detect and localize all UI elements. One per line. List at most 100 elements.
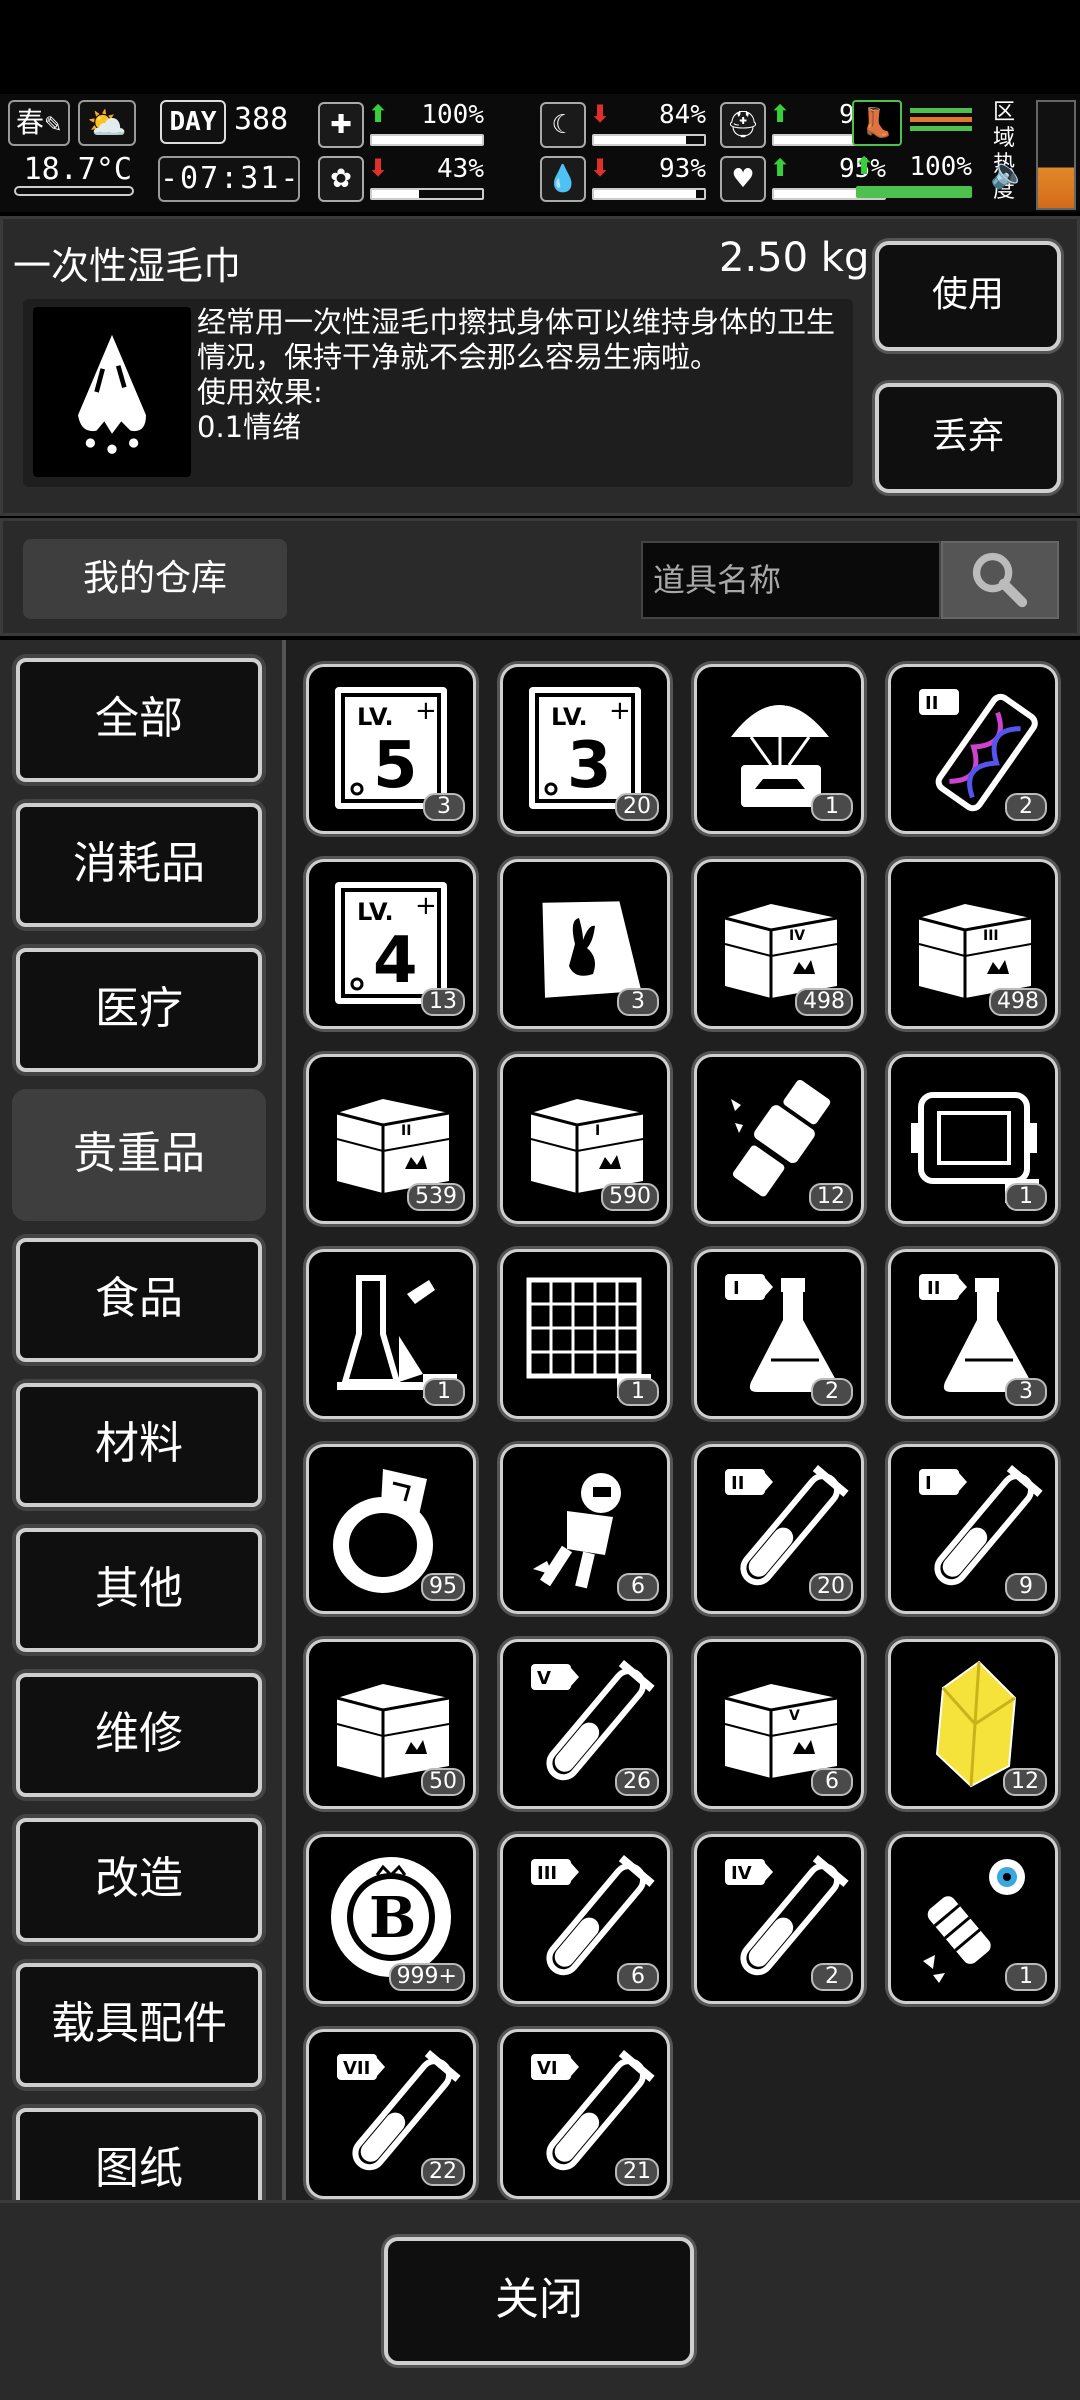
category-tab-6[interactable]: 其他 [16,1528,262,1652]
item-slot[interactable]: II 2 [888,664,1058,834]
item-slot[interactable]: V6 [694,1639,864,1809]
item-slot[interactable]: 1 [500,1249,670,1419]
item-search-input[interactable] [641,541,941,619]
trend-up-icon: ⬆ [770,154,791,182]
item-count-badge: 21 [615,2158,659,2186]
item-slot[interactable]: II 20 [694,1444,864,1614]
item-slot[interactable]: 50 [306,1639,476,1809]
category-tab-9[interactable]: 载具配件 [16,1963,262,2087]
item-count-badge: 539 [407,1183,465,1211]
svg-text:VI: VI [537,2058,558,2079]
item-slot[interactable]: VI 21 [500,2029,670,2199]
season-indicator: 春✎ [8,100,70,146]
svg-text:V: V [537,1668,551,1689]
category-tab-4[interactable]: 食品 [16,1238,262,1362]
item-slot[interactable]: VII 22 [306,2029,476,2199]
item-slot[interactable]: V 26 [500,1639,670,1809]
close-button[interactable]: 关闭 [384,2237,694,2365]
item-slot[interactable]: III 498 [888,859,1058,1029]
svg-text:LV.: LV. [551,703,588,731]
svg-text:+: + [415,696,437,726]
search-button[interactable] [941,541,1059,619]
item-slot[interactable]: 3 [500,859,670,1029]
item-count-badge: 1 [1005,1183,1047,1211]
category-tab-3[interactable]: 贵重品 [16,1093,262,1217]
item-slot[interactable]: III 6 [500,1834,670,2004]
item-effect-value: 0.1情绪 [197,410,302,444]
item-slot[interactable]: II 539 [306,1054,476,1224]
category-tab-2[interactable]: 医疗 [16,948,262,1072]
item-slot[interactable]: II 3 [888,1249,1058,1419]
item-slot[interactable]: 1 [694,664,864,834]
bottom-bar: 关闭 [0,2200,1080,2400]
item-slot[interactable]: 12 [888,1639,1058,1809]
item-slot[interactable]: IV 2 [694,1834,864,2004]
item-count-badge: 26 [615,1768,659,1796]
item-slot[interactable]: 12 [694,1054,864,1224]
stat-bar-fill [372,190,420,198]
svg-text:IV: IV [789,928,805,944]
speaker-icon[interactable]: 🔈 [990,156,1027,191]
stat-bar-fill [594,190,697,198]
svg-text:5: 5 [373,729,418,803]
search-icon [972,552,1028,608]
warehouse-header: 我的仓库 [0,518,1080,636]
item-slot[interactable]: LV. +5 3 [306,664,476,834]
stat-bar [370,134,484,146]
medkit-icon: ✚ [318,102,364,148]
item-count-badge: 1 [423,1378,465,1406]
stat-medkit: ✚ ⬆ 100% [318,100,488,150]
category-tab-0[interactable]: 全部 [16,658,262,782]
item-slot[interactable]: I 590 [500,1054,670,1224]
svg-text:+: + [609,696,631,726]
item-card: 经常用一次性湿毛巾擦拭身体可以维持身体的卫生情况，保持干净就不会那么容易生病啦。… [23,299,853,487]
item-count-badge: 22 [421,2158,465,2186]
item-count-badge: 2 [811,1963,853,1991]
item-slot[interactable]: 1 [306,1249,476,1419]
item-slot[interactable]: B 999+ [306,1834,476,2004]
svg-text:II: II [925,693,938,714]
item-count-badge: 999+ [388,1963,465,1991]
stamina-percent: 100% [909,152,972,182]
item-slot[interactable]: 95 [306,1444,476,1614]
category-tab-8[interactable]: 改造 [16,1818,262,1942]
stat-percent: 43% [437,154,484,184]
svg-text:VII: VII [343,2058,370,2079]
trend-down-icon: ⬇ [590,154,611,182]
svg-text:II: II [401,1123,411,1139]
stat-brain: ✿ ⬇ 43% [318,154,488,204]
stat-stomach: ☾ ⬇ 84% [540,100,710,150]
stamina-stripes [910,104,972,144]
item-slot[interactable]: LV. +4 13 [306,859,476,1029]
category-tab-1[interactable]: 消耗品 [16,803,262,927]
stat-water-drop: 💧 ⬇ 93% [540,154,710,204]
item-slot[interactable]: LV. +3 20 [500,664,670,834]
category-tab-5[interactable]: 材料 [16,1383,262,1507]
svg-text:LV.: LV. [357,703,394,731]
category-tab-10[interactable]: 图纸 [16,2108,262,2200]
item-count-badge: 2 [811,1378,853,1406]
trend-down-icon: ⬇ [368,154,389,182]
item-count-badge: 6 [617,1573,659,1601]
item-slot[interactable]: 1 [888,1054,1058,1224]
trend-up-icon: ⬆ [854,152,875,180]
svg-text:III: III [983,928,999,944]
category-tab-7[interactable]: 维修 [16,1673,262,1797]
drop-button[interactable]: 丢弃 [875,383,1061,493]
water-drop-icon: 💧 [540,156,586,202]
item-count-badge: 50 [421,1768,465,1796]
stat-bar-fill [594,136,687,144]
day-counter: 388 [234,102,289,137]
svg-text:II: II [927,1278,940,1299]
svg-text:I: I [925,1473,932,1494]
item-slot[interactable]: 6 [500,1444,670,1614]
svg-text:3: 3 [567,729,612,803]
feather-icon: ✎ [44,113,63,138]
item-count-badge: 6 [811,1768,853,1796]
item-slot[interactable]: I2 [694,1249,864,1419]
item-description-text: 经常用一次性湿毛巾擦拭身体可以维持身体的卫生情况，保持干净就不会那么容易生病啦。 [197,305,836,374]
item-slot[interactable]: IV 498 [694,859,864,1029]
item-slot[interactable]: I9 [888,1444,1058,1614]
item-slot[interactable]: 1 [888,1834,1058,2004]
use-button[interactable]: 使用 [875,241,1061,351]
